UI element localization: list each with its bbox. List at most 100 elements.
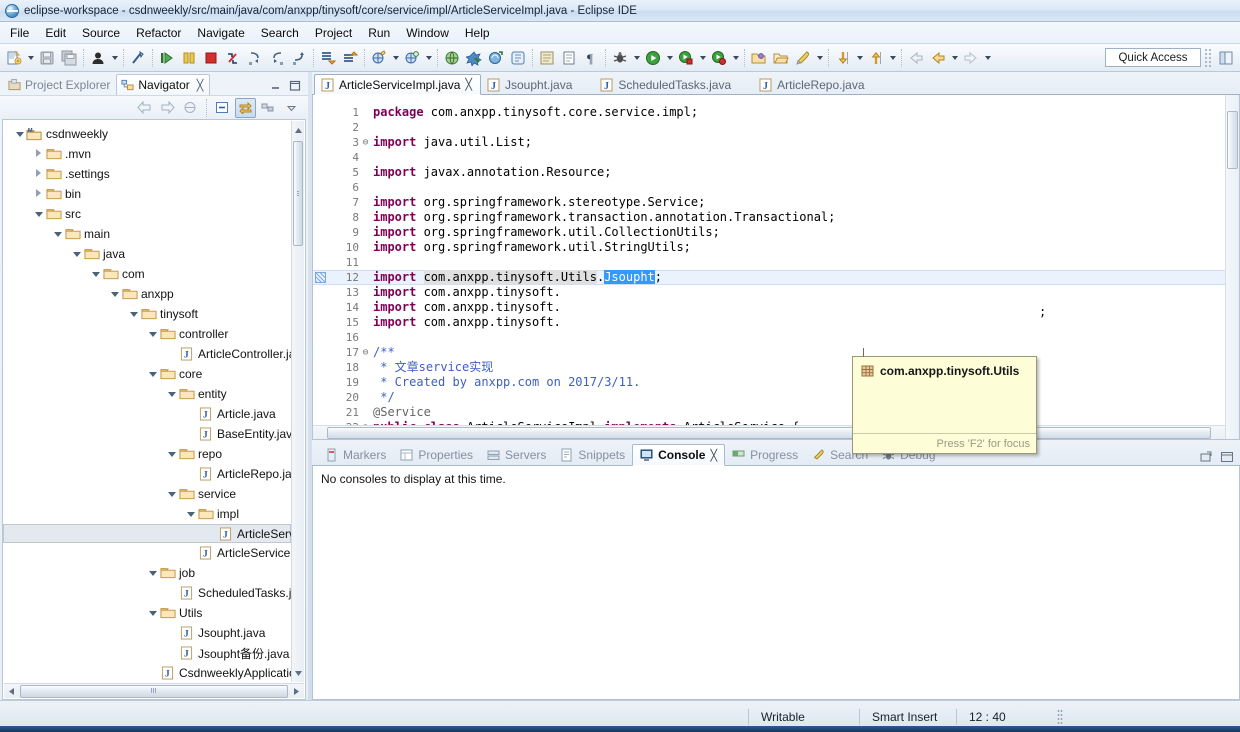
view-tab-project-explorer[interactable]: Project Explorer bbox=[4, 74, 116, 95]
tree-item-tinysoft[interactable]: tinysoft bbox=[3, 304, 291, 324]
run-dropdown-icon[interactable] bbox=[664, 47, 675, 69]
expand-arrow-icon[interactable] bbox=[127, 304, 140, 324]
expand-arrow-icon[interactable] bbox=[165, 484, 178, 504]
expand-arrow-icon[interactable] bbox=[51, 224, 64, 244]
menu-file[interactable]: File bbox=[2, 24, 37, 42]
tree-item-anxpp[interactable]: anxpp bbox=[3, 284, 291, 304]
bottom-tab-properties[interactable]: Properties bbox=[393, 444, 480, 466]
menu-window[interactable]: Window bbox=[398, 24, 457, 42]
tree-item-bin[interactable]: bin bbox=[3, 184, 291, 204]
view-tab-navigator[interactable]: Navigator ╳ bbox=[116, 74, 211, 95]
editor-tab-scheduledtasks[interactable]: J ScheduledTasks.java bbox=[594, 74, 739, 95]
scroll-down-arrow[interactable] bbox=[292, 666, 304, 680]
save-all-icon[interactable] bbox=[58, 47, 80, 69]
collapse-arrow-icon[interactable] bbox=[32, 184, 45, 204]
tree-item-repo[interactable]: repo bbox=[3, 444, 291, 464]
debug-perspective-icon[interactable] bbox=[463, 47, 485, 69]
toggle-mark-occurrences-icon[interactable] bbox=[536, 47, 558, 69]
external-tools-dropdown-icon[interactable] bbox=[730, 47, 741, 69]
fold-toggle-icon[interactable]: ⊖ bbox=[360, 135, 371, 150]
expand-arrow-icon[interactable] bbox=[89, 264, 102, 284]
next-annotation-icon[interactable] bbox=[317, 47, 339, 69]
expand-arrow-icon[interactable] bbox=[146, 324, 159, 344]
bottom-tab-console[interactable]: Console ╳ bbox=[632, 444, 726, 466]
expand-arrow-icon[interactable] bbox=[146, 364, 159, 384]
coverage-dropdown-icon[interactable] bbox=[697, 47, 708, 69]
tree-item-articleservice-java[interactable]: J ArticleService.java bbox=[3, 543, 291, 563]
new-wizard-icon[interactable] bbox=[3, 47, 25, 69]
run-ant-dropdown-icon[interactable] bbox=[814, 47, 825, 69]
step-over-icon[interactable] bbox=[266, 47, 288, 69]
tree-item-com[interactable]: com bbox=[3, 264, 291, 284]
scrollbar-thumb[interactable] bbox=[293, 141, 303, 246]
tree-vertical-scrollbar[interactable] bbox=[291, 121, 304, 682]
tree-item-jsoupht-java[interactable]: J Jsoupht备份.java bbox=[3, 643, 291, 663]
menu-navigate[interactable]: Navigate bbox=[189, 24, 252, 42]
tree-item-articlecontroller-java[interactable]: J ArticleController.java bbox=[3, 344, 291, 364]
scrollbar-thumb[interactable] bbox=[327, 426, 1211, 439]
back-icon[interactable] bbox=[134, 98, 155, 118]
save-icon[interactable] bbox=[36, 47, 58, 69]
menu-source[interactable]: Source bbox=[74, 24, 128, 42]
close-icon[interactable]: ╳ bbox=[197, 79, 204, 92]
collapse-all-icon[interactable] bbox=[212, 98, 233, 118]
tree-item-job[interactable]: job bbox=[3, 563, 291, 583]
expand-arrow-icon[interactable] bbox=[13, 124, 26, 144]
collapse-arrow-icon[interactable] bbox=[32, 144, 45, 164]
person-icon[interactable] bbox=[87, 47, 109, 69]
expand-arrow-icon[interactable] bbox=[108, 284, 121, 304]
external-tools-icon[interactable] bbox=[708, 47, 730, 69]
fold-toggle-icon[interactable]: ⊖ bbox=[360, 345, 371, 360]
tree-item-jsoupht-java[interactable]: J Jsoupht.java bbox=[3, 623, 291, 643]
bottom-tab-markers[interactable]: Markers bbox=[318, 444, 393, 466]
disconnect-icon[interactable] bbox=[222, 47, 244, 69]
tree-item-scheduledtasks-java[interactable]: J ScheduledTasks.java bbox=[3, 583, 291, 603]
forward-icon[interactable] bbox=[927, 47, 949, 69]
step-into-icon[interactable] bbox=[244, 47, 266, 69]
tree-item-article-java[interactable]: J Article.java bbox=[3, 404, 291, 424]
expand-arrow-icon[interactable] bbox=[165, 444, 178, 464]
search-dropdown-icon[interactable] bbox=[423, 47, 434, 69]
new-dropdown-icon[interactable] bbox=[25, 47, 36, 69]
link-with-editor-icon[interactable] bbox=[235, 97, 256, 118]
expand-arrow-icon[interactable] bbox=[146, 603, 159, 623]
tree-item-impl[interactable]: impl bbox=[3, 504, 291, 524]
tree-item-csdnweeklyapplication-ja[interactable]: J CsdnweeklyApplication.ja bbox=[3, 663, 291, 683]
scroll-left-arrow[interactable] bbox=[4, 685, 19, 698]
back-icon[interactable] bbox=[905, 47, 927, 69]
editor-horizontal-scrollbar[interactable] bbox=[313, 425, 1225, 439]
web-browser-icon[interactable] bbox=[441, 47, 463, 69]
toggle-breakpoint-icon[interactable] bbox=[127, 47, 149, 69]
tree-item-java[interactable]: java bbox=[3, 244, 291, 264]
run-launch-icon[interactable] bbox=[642, 47, 664, 69]
open-type-dropdown-icon[interactable] bbox=[390, 47, 401, 69]
menu-help[interactable]: Help bbox=[457, 24, 498, 42]
tree-item-csdnweekly[interactable]: Mcsdnweekly bbox=[3, 124, 291, 144]
bottom-tab-progress[interactable]: Progress bbox=[725, 444, 805, 466]
tree-item-main[interactable]: main bbox=[3, 224, 291, 244]
next-page-icon[interactable] bbox=[960, 47, 982, 69]
menu-edit[interactable]: Edit bbox=[37, 24, 74, 42]
home-icon[interactable] bbox=[180, 98, 201, 118]
quick-access-input[interactable]: Quick Access bbox=[1105, 48, 1201, 67]
tree-item-core[interactable]: core bbox=[3, 364, 291, 384]
expand-arrow-icon[interactable] bbox=[32, 204, 45, 224]
menu-search[interactable]: Search bbox=[253, 24, 307, 42]
java-editor-icon[interactable] bbox=[507, 47, 529, 69]
maximize-icon[interactable] bbox=[1220, 451, 1234, 463]
tree-item-baseentity-java[interactable]: J BaseEntity.java bbox=[3, 424, 291, 444]
scrollbar-thumb[interactable] bbox=[20, 684, 288, 698]
console-output[interactable]: No consoles to display at this time. bbox=[312, 466, 1240, 700]
open-file-icon[interactable] bbox=[770, 47, 792, 69]
menu-refactor[interactable]: Refactor bbox=[128, 24, 189, 42]
expand-arrow-icon[interactable] bbox=[70, 244, 83, 264]
expand-arrow-icon[interactable] bbox=[165, 384, 178, 404]
tree-item-settings[interactable]: .settings bbox=[3, 164, 291, 184]
editor-vertical-scrollbar[interactable] bbox=[1225, 95, 1239, 439]
new-java-project-icon[interactable] bbox=[485, 47, 507, 69]
minimize-icon[interactable] bbox=[270, 80, 282, 92]
navigator-tree[interactable]: Mcsdnweekly .mvn .settings bin src main java co… bbox=[3, 124, 291, 683]
minimize-icon[interactable] bbox=[1200, 451, 1214, 463]
previous-dropdown-icon[interactable] bbox=[854, 47, 865, 69]
person-dropdown-icon[interactable] bbox=[109, 47, 120, 69]
